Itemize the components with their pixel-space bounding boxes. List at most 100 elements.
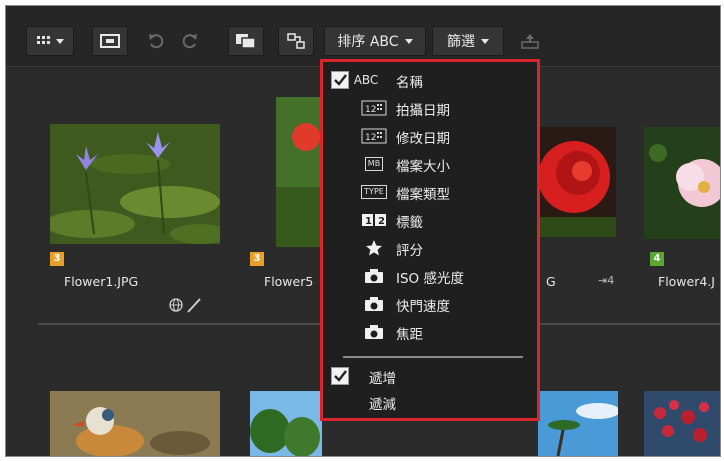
compare-button[interactable] — [228, 26, 264, 56]
sort-option[interactable]: 焦距 — [323, 320, 537, 344]
svg-text:2: 2 — [378, 216, 385, 227]
check-icon — [334, 370, 347, 382]
sort-option[interactable]: TYPE 檔案類型 — [323, 180, 537, 204]
sort-option-label: 檔案大小 — [396, 159, 450, 175]
star-icon — [366, 240, 382, 256]
option-icon-wrap: TYPE — [361, 184, 387, 200]
sort-option-label: 名稱 — [396, 75, 423, 91]
link-icon — [287, 33, 305, 49]
thumbnail-palm[interactable] — [538, 391, 620, 456]
checkbox — [331, 367, 349, 385]
label-badge: 3 — [50, 252, 64, 266]
sort-option[interactable]: ISO 感光度 — [323, 264, 537, 288]
sort-order-label: 遞增 — [369, 371, 396, 387]
sort-option-label: 修改日期 — [396, 131, 450, 147]
option-icon-wrap: 12 — [361, 212, 387, 228]
compare-icon — [236, 34, 256, 49]
option-icon-wrap — [361, 240, 387, 256]
flower-image — [276, 97, 322, 247]
option-icon-wrap: 12 — [361, 128, 387, 144]
thumbnail-filename: G — [546, 274, 556, 289]
thumbnail-filename: Flower4.J — [658, 274, 715, 289]
option-icon-wrap — [361, 268, 387, 284]
sort-option-label: 焦距 — [396, 327, 423, 343]
abc-icon: ABC — [353, 73, 379, 87]
svg-text:12: 12 — [365, 105, 376, 115]
thumbnail-rose[interactable] — [538, 127, 616, 237]
sort-label: 排序 ABC — [337, 34, 399, 50]
red-rose-image — [538, 127, 616, 237]
grid-view-button[interactable] — [26, 26, 74, 56]
camera-icon — [365, 269, 383, 283]
sort-order-label: 遞減 — [369, 397, 396, 413]
upload-icon — [521, 34, 539, 49]
upload-button[interactable] — [512, 26, 548, 56]
thumbnail-flower1[interactable] — [45, 124, 230, 244]
toolbar: 排序 ABC 篩選 — [6, 6, 720, 67]
option-icon-wrap: ABC — [353, 72, 379, 88]
link-button[interactable] — [278, 26, 314, 56]
sort-option-label: ISO 感光度 — [396, 271, 464, 287]
sort-order-option[interactable]: 遞增 — [323, 364, 537, 388]
globe-pencil-icon — [169, 298, 201, 313]
calendar-icon: 12 — [361, 100, 387, 116]
thumbnail-berries[interactable] — [644, 391, 720, 456]
thumbnail-flower4[interactable] — [644, 127, 720, 239]
option-icon-wrap: MB — [361, 156, 387, 172]
viewer-window: 排序 ABC 篩選 3 Flower1.JPG 3 Flower5 G ⇥4 4… — [5, 5, 721, 457]
filesize-icon: MB — [364, 157, 384, 171]
option-icon-wrap: 12 — [361, 100, 387, 116]
sort-order-option[interactable]: 遞減 — [323, 390, 537, 414]
filter-label: 篩選 — [447, 34, 475, 50]
rotate-right-button[interactable] — [176, 26, 204, 56]
thumbnail-duck[interactable] — [50, 391, 220, 456]
chevron-down-icon — [481, 38, 489, 44]
sort-option[interactable]: 快門速度 — [323, 292, 537, 316]
sort-option-label: 評分 — [396, 243, 423, 259]
berries-image — [644, 391, 720, 456]
sort-option-label: 檔案類型 — [396, 187, 450, 203]
thumbnail-trees[interactable] — [250, 391, 322, 456]
filter-button[interactable]: 篩選 — [432, 26, 504, 56]
rotate-left-button[interactable] — [142, 26, 170, 56]
sort-option-label: 標籤 — [396, 215, 423, 231]
sort-option[interactable]: 12 拍攝日期 — [323, 96, 537, 120]
sort-option[interactable]: ABC 名稱 — [323, 68, 537, 92]
thumbnail-filename: Flower5 — [264, 274, 314, 289]
sort-button[interactable]: 排序 ABC — [324, 26, 426, 56]
calendar-icon: 12 — [361, 128, 387, 144]
thumbnail-filename: Flower1.JPG — [64, 274, 139, 289]
svg-text:12: 12 — [365, 133, 376, 143]
checkbox — [331, 71, 349, 89]
option-icon-wrap — [361, 324, 387, 340]
svg-text:1: 1 — [365, 216, 372, 227]
full-screen-button[interactable] — [92, 26, 128, 56]
sort-option[interactable]: MB 檔案大小 — [323, 152, 537, 176]
label-badge: 3 — [250, 252, 264, 266]
camera-icon — [365, 325, 383, 339]
pink-flower-image — [644, 127, 720, 239]
sort-option-label: 拍攝日期 — [396, 103, 450, 119]
sort-menu: ABC 名稱 12 拍攝日期 12 修改日期 MB 檔案大小 TYPE 檔案類型 1 2 標籤評分 ISO… — [320, 59, 540, 421]
camera-icon — [365, 297, 383, 311]
water-lily-image — [45, 124, 230, 244]
label-icon: 12 — [362, 214, 386, 227]
sort-option[interactable]: 12 修改日期 — [323, 124, 537, 148]
rotate-left-icon — [149, 34, 164, 49]
rotate-right-icon — [182, 34, 197, 49]
thumbnail-flower5[interactable] — [276, 97, 322, 247]
sort-option[interactable]: 1 2 標籤 — [323, 208, 537, 232]
check-icon — [334, 74, 347, 86]
full-screen-icon — [100, 34, 120, 48]
grid-icon — [37, 36, 64, 44]
thumbnail-extra: ⇥4 — [598, 274, 615, 287]
palm-image — [538, 391, 620, 456]
trees-image — [250, 391, 322, 456]
label-badge: 4 — [650, 252, 664, 266]
sort-option[interactable]: 評分 — [323, 236, 537, 260]
menu-separator — [343, 356, 523, 358]
option-icon-wrap — [361, 296, 387, 312]
filetype-icon: TYPE — [361, 185, 387, 199]
sort-option-label: 快門速度 — [396, 299, 450, 315]
duck-image — [50, 391, 220, 456]
